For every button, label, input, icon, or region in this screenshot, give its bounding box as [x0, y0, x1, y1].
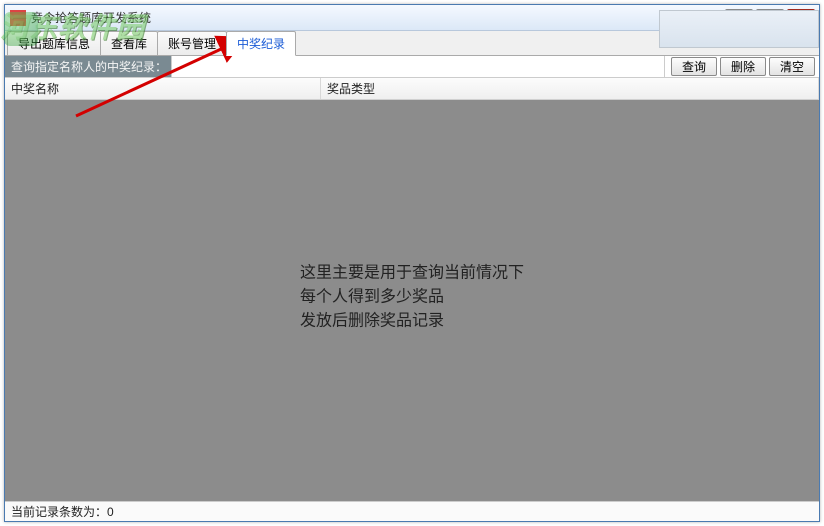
- column-award-name[interactable]: 中奖名称: [5, 78, 321, 99]
- table-header: 中奖名称 奖品类型: [5, 78, 819, 100]
- tab-account-manage[interactable]: 账号管理: [157, 31, 227, 55]
- window-title: 竞令抢答题库开发系统: [31, 9, 725, 26]
- hint-line-1: 这里主要是用于查询当前情况下: [300, 261, 524, 285]
- hint-line-3: 发放后删除奖品记录: [300, 309, 524, 333]
- tab-panel: 查询指定名称人的中奖纪录： 查询 删除 清空 中奖名称 奖品类型 这里主要是用于…: [5, 55, 819, 501]
- tab-view-library[interactable]: 查看库: [100, 31, 158, 55]
- app-icon: [10, 10, 26, 26]
- status-prefix: 当前记录条数为：: [11, 503, 107, 520]
- status-count: 0: [107, 505, 114, 519]
- search-row: 查询指定名称人的中奖纪录： 查询 删除 清空: [5, 56, 819, 78]
- column-prize-type[interactable]: 奖品类型: [321, 78, 819, 99]
- hint-line-2: 每个人得到多少奖品: [300, 285, 524, 309]
- tab-award-record[interactable]: 中奖纪录: [226, 31, 296, 56]
- app-window: 竞令抢答题库开发系统 导出题库信息 查看库 账号管理 中奖纪录 查询指定名称人的…: [4, 4, 820, 522]
- table-body: 这里主要是用于查询当前情况下 每个人得到多少奖品 发放后删除奖品记录: [5, 100, 819, 501]
- hint-text: 这里主要是用于查询当前情况下 每个人得到多少奖品 发放后删除奖品记录: [300, 261, 524, 333]
- search-input[interactable]: [171, 56, 665, 77]
- action-buttons: 查询 删除 清空: [665, 56, 819, 77]
- delete-button[interactable]: 删除: [720, 57, 766, 76]
- tab-bar: 导出题库信息 查看库 账号管理 中奖纪录: [5, 31, 819, 55]
- decor-panel: [659, 10, 819, 48]
- query-button[interactable]: 查询: [671, 57, 717, 76]
- tab-export-questions[interactable]: 导出题库信息: [7, 31, 101, 55]
- clear-button[interactable]: 清空: [769, 57, 815, 76]
- status-bar: 当前记录条数为： 0: [5, 501, 819, 521]
- search-label: 查询指定名称人的中奖纪录：: [5, 56, 171, 77]
